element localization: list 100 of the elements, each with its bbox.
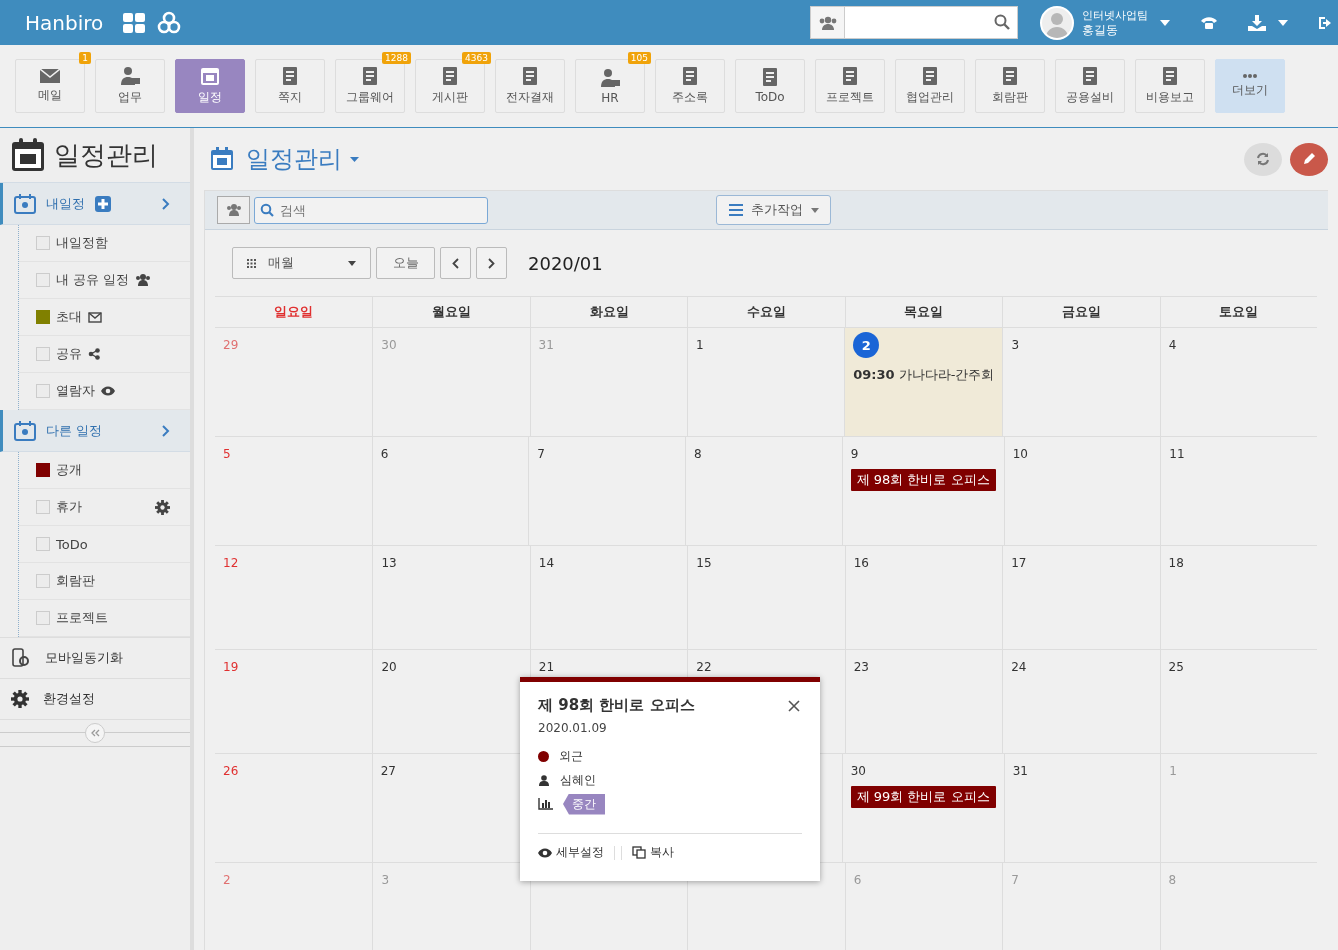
download-icon[interactable] — [1248, 14, 1266, 31]
settings-icon[interactable] — [155, 499, 170, 515]
day-cell[interactable]: 19 — [215, 650, 373, 753]
document-icon — [523, 66, 537, 85]
day-cell[interactable]: 24 — [1002, 650, 1160, 753]
day-number: 6 — [380, 447, 389, 461]
section-label: 다른 일정 — [46, 421, 103, 440]
day-cell[interactable]: 18 — [1159, 546, 1317, 649]
calendar-list-item[interactable]: 휴가 — [19, 489, 190, 526]
more-actions-button[interactable]: 추가작업 — [716, 195, 831, 225]
day-number: 21 — [538, 660, 555, 674]
day-cell[interactable]: 13 — [372, 546, 530, 649]
app-button[interactable]: 전자결재 — [495, 59, 565, 113]
app-button[interactable]: 공용설비 — [1055, 59, 1125, 113]
edit-button[interactable] — [1290, 142, 1328, 176]
event-bar[interactable]: 제 98회 한비로 오피스 — [850, 469, 996, 491]
app-button[interactable]: 주소록 — [655, 59, 725, 113]
today-button[interactable]: 오늘 — [376, 247, 435, 279]
day-number: 17 — [1011, 556, 1027, 570]
event-entry[interactable]: 09:30 가나다라-간주회 — [853, 366, 995, 384]
chevron-icon[interactable] — [162, 197, 170, 210]
people-button[interactable] — [810, 6, 845, 39]
person-icon — [120, 66, 140, 85]
calendar-list-item[interactable]: 공유 — [19, 336, 190, 373]
day-number: 16 — [853, 556, 869, 570]
page-title[interactable]: 일정관리 — [246, 143, 342, 175]
day-cell[interactable]: 26 — [215, 754, 372, 862]
day-number: 27 — [380, 764, 396, 778]
day-cell[interactable]: 8 — [685, 437, 842, 545]
day-number: 1 — [1169, 764, 1177, 778]
color-checkbox[interactable] — [36, 310, 50, 324]
app-button[interactable]: ToDo — [735, 59, 805, 113]
event-bar[interactable]: 제 99회 한비로 오피스 — [850, 786, 996, 808]
chevron-icon[interactable] — [162, 424, 170, 437]
day-cell[interactable]: 11 — [1160, 437, 1317, 545]
next-button[interactable] — [476, 247, 507, 279]
day-number: 24 — [1011, 660, 1027, 674]
color-checkbox[interactable] — [36, 463, 50, 477]
caret-icon[interactable] — [350, 156, 359, 162]
person-name: 심혜인 — [560, 771, 596, 789]
calendar-list-item[interactable]: 내일정함 — [19, 225, 190, 262]
day-cell[interactable]: 10 — [1003, 437, 1161, 545]
day-cell[interactable]: 12 — [215, 546, 373, 649]
day-cell[interactable]: 2 09:30 가나다라-간주회 — [844, 328, 1003, 436]
avatar-silhouette[interactable] — [1040, 5, 1074, 40]
search-field[interactable]: 검색 — [254, 196, 488, 224]
app-button[interactable]: 협업관리 — [895, 59, 965, 113]
day-cell[interactable]: 4 — [1159, 328, 1317, 436]
copy-icon — [632, 846, 646, 859]
day-cell[interactable]: 5 — [215, 437, 372, 545]
details-link[interactable]: 세부설정 — [538, 844, 604, 861]
chevron-left-icon — [452, 257, 459, 269]
calendar-list-item[interactable]: 초대 — [19, 299, 190, 336]
add-icon[interactable] — [95, 195, 111, 212]
day-cell[interactable]: 6 — [371, 437, 529, 545]
caret-icon[interactable] — [1160, 19, 1170, 26]
day-cell[interactable]: 31 — [1003, 754, 1161, 862]
app-button[interactable]: 프로젝트 — [815, 59, 885, 113]
day-cell[interactable]: 14 — [529, 546, 688, 649]
phone-icon[interactable] — [1200, 15, 1218, 30]
search-field[interactable] — [845, 6, 1018, 39]
day-cell[interactable]: 17 — [1002, 546, 1160, 649]
close-button[interactable] — [786, 697, 802, 714]
calendar-list-item[interactable]: 내 공유 일정 — [19, 262, 190, 299]
logout-icon[interactable] — [1318, 15, 1332, 30]
section-header[interactable]: 다른 일정 — [0, 410, 190, 452]
previous-button[interactable] — [440, 247, 471, 279]
day-cell[interactable]: 9 제 98회 한비로 오피스 — [841, 437, 1004, 545]
refresh-button[interactable] — [1244, 142, 1282, 176]
grid-icon[interactable] — [123, 12, 146, 33]
calendar-list-item[interactable]: ToDo — [19, 526, 190, 563]
brand-logo[interactable]: Hanbiro — [25, 10, 104, 35]
view-select[interactable]: 매월 — [232, 247, 371, 279]
day-cell[interactable]: 23 — [844, 650, 1003, 753]
day-cell[interactable]: 16 — [844, 546, 1003, 649]
app-button[interactable]: 회람판 — [975, 59, 1045, 113]
people-button[interactable] — [217, 196, 250, 224]
app-button[interactable]: 더보기 — [1215, 59, 1285, 113]
search-icon[interactable] — [994, 14, 1010, 30]
app-button[interactable]: 쪽지 — [255, 59, 325, 113]
item-label: 휴가 — [56, 498, 82, 516]
period-label: 2020/01 — [528, 252, 603, 274]
day-cell[interactable]: 15 — [687, 546, 845, 649]
share-icon — [88, 348, 100, 360]
app-button[interactable]: 업무 — [95, 59, 165, 113]
section-header[interactable]: 내일정 — [0, 183, 190, 225]
day-cell[interactable]: 30 제 99회 한비로 오피스 — [841, 754, 1004, 862]
day-cell[interactable]: 3 — [1002, 328, 1160, 436]
day-cell[interactable]: 7 — [528, 437, 685, 545]
caret-icon[interactable] — [1278, 19, 1288, 26]
day-cell[interactable]: 25 — [1159, 650, 1317, 753]
calendar-icon — [10, 137, 46, 173]
close-icon — [788, 699, 800, 712]
calendar-list-item[interactable]: 공개 — [19, 452, 190, 489]
app-button[interactable]: 비용보고 — [1135, 59, 1205, 113]
copy-link[interactable]: 복사 — [632, 844, 674, 861]
calendar-list-item[interactable]: 회람판 — [19, 563, 190, 600]
team-name: 인터넷사업팀 — [1082, 8, 1148, 23]
sidebar-title: 일정관리 — [54, 138, 158, 172]
collapse-button[interactable] — [85, 723, 105, 743]
